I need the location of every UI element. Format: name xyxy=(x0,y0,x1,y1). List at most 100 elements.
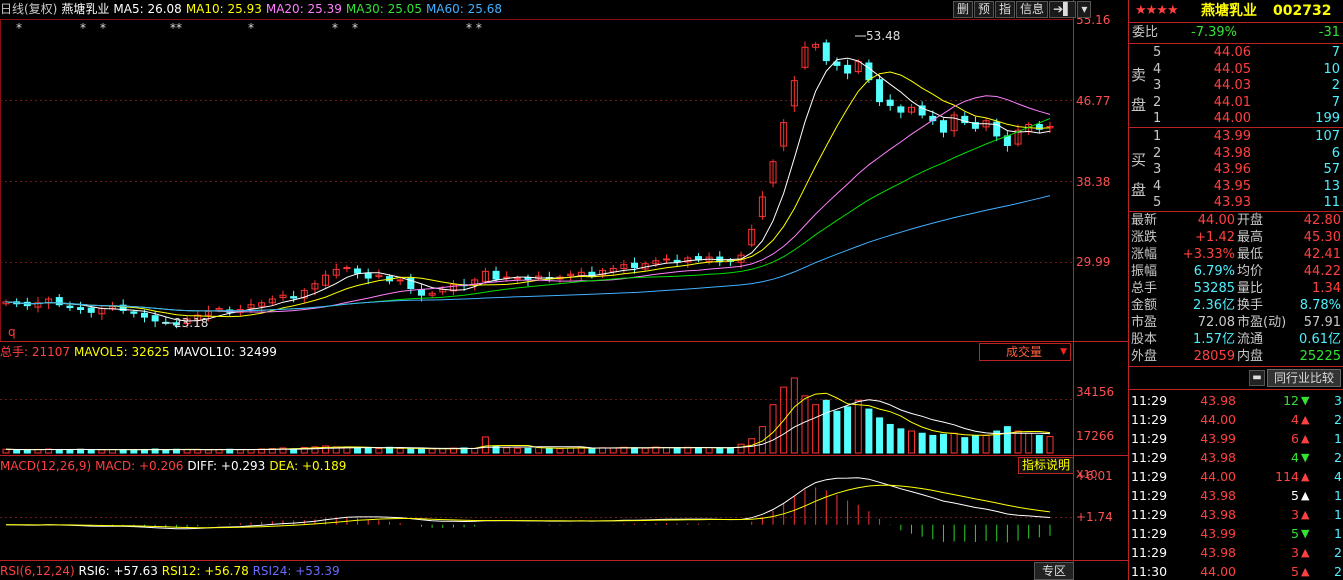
tick-row[interactable]: 11:29 43.99 6 ▲ 1 xyxy=(1129,431,1343,447)
kline-chart-area[interactable]: 55.16 46.77 38.38 29.99 34156 17266 X10 … xyxy=(0,0,1128,580)
quote-stock-name: 燕塘乳业 xyxy=(1201,3,1257,19)
rating-stars: ★★★★ xyxy=(1135,3,1179,18)
menu-dropdown-button[interactable]: ▾ xyxy=(1077,1,1092,18)
tick-row[interactable]: 11:30 44.00 5 ▲ 2 xyxy=(1129,564,1343,580)
volume-bar xyxy=(1035,434,1043,454)
tick-row[interactable]: 11:29 43.98 3 ▲ 1 xyxy=(1129,507,1343,523)
tick-price: 43.99 xyxy=(1200,526,1236,541)
buy-order-row[interactable]: 3 43.96 57 xyxy=(1129,162,1343,178)
order-level: 1 xyxy=(1153,129,1162,144)
expand-button[interactable]: ➔▌ xyxy=(1049,1,1077,18)
tick-row[interactable]: 11:29 44.00 114 ▲ 4 xyxy=(1129,469,1343,485)
candle-body xyxy=(673,259,681,263)
order-price: 43.93 xyxy=(1213,195,1251,210)
order-price: 44.03 xyxy=(1213,78,1251,93)
order-price: 44.00 xyxy=(1213,111,1251,126)
arrow-up-icon: ▲ xyxy=(1301,470,1310,483)
ma5-label: MA5: 26.08 xyxy=(113,2,182,16)
stat-label: 换手 xyxy=(1237,298,1264,313)
sell-order-row[interactable]: 1 44.00 199 xyxy=(1129,111,1343,127)
tick-row[interactable]: 11:29 44.00 4 ▲ 2 xyxy=(1129,412,1343,428)
order-price: 43.96 xyxy=(1213,162,1251,177)
tick-row[interactable]: 11:29 43.99 5 ▼ 1 xyxy=(1129,526,1343,542)
stat-label: 市盈 xyxy=(1131,315,1158,330)
stat-row: 总手 53285 量比 1.34 xyxy=(1129,281,1343,297)
volume-bar xyxy=(354,447,362,454)
alert-button[interactable]: 预 xyxy=(974,1,995,18)
volume-bar xyxy=(194,449,202,454)
arrow-up-icon: ▲ xyxy=(1301,432,1310,445)
stat-label: 振幅 xyxy=(1131,264,1158,279)
buy-order-row[interactable]: 1 43.99 107 xyxy=(1129,129,1343,145)
volume-bar xyxy=(375,448,383,454)
stat-value: +1.42 xyxy=(1195,230,1235,245)
stat-value: 0.61亿 xyxy=(1299,332,1341,347)
stat-label: 涨幅 xyxy=(1131,247,1158,262)
tick-volume: 4 xyxy=(1291,412,1299,427)
info-button[interactable]: 信息 xyxy=(1016,1,1049,18)
tick-volume: 6 xyxy=(1291,431,1299,446)
rsi-name-label: RSI(6,12,24) xyxy=(0,564,75,578)
buy-order-row[interactable]: 2 43.98 6 xyxy=(1129,146,1343,162)
macd-name-label: MACD(12,26,9) xyxy=(0,459,92,473)
sell-order-row[interactable]: 4 44.05 10 xyxy=(1129,62,1343,78)
indicator-help-button[interactable]: 指标说明 xyxy=(1018,457,1075,474)
candle-body xyxy=(417,289,425,296)
indicator-button[interactable]: 指 xyxy=(995,1,1016,18)
tick-row[interactable]: 11:29 43.98 12 ▼ 3 xyxy=(1129,393,1343,409)
indicator-select[interactable]: 成交量 ▼ xyxy=(979,343,1071,361)
svg-text:*: * xyxy=(352,21,358,35)
special-zone-button[interactable]: 专区 xyxy=(1034,562,1074,580)
volume-bar xyxy=(641,447,649,454)
tick-row[interactable]: 11:29 43.98 4 ▼ 2 xyxy=(1129,450,1343,466)
order-volume: 10 xyxy=(1323,61,1340,77)
volume-bar xyxy=(971,434,979,454)
volume-bar xyxy=(364,447,372,454)
tick-row[interactable]: 11:29 43.98 3 ▲ 2 xyxy=(1129,545,1343,561)
tick-count: 1 xyxy=(1334,431,1342,446)
tick-count: 2 xyxy=(1334,545,1342,560)
volume-bar xyxy=(865,408,873,454)
svg-text:*: * xyxy=(100,21,106,35)
order-price: 44.06 xyxy=(1213,45,1251,60)
stat-value: 28059 xyxy=(1193,349,1235,364)
chart-type-label[interactable]: 日线(复权) xyxy=(0,2,57,16)
stat-row: 外盘 28059 内盘 25225 xyxy=(1129,349,1343,365)
divider xyxy=(1129,43,1343,44)
minimize-icon[interactable]: ▬ xyxy=(1249,370,1265,386)
tick-count: 2 xyxy=(1334,412,1342,427)
candle-body xyxy=(897,106,905,113)
stat-label: 最新 xyxy=(1131,213,1158,228)
volume-bar xyxy=(897,428,905,454)
stat-row: 金额 2.36亿 换手 8.78% xyxy=(1129,298,1343,314)
order-volume: 2 xyxy=(1331,78,1340,93)
buy-order-row[interactable]: 4 43.95 13 xyxy=(1129,179,1343,195)
order-volume: 13 xyxy=(1323,178,1340,194)
price-tick: 29.99 xyxy=(1076,255,1110,269)
rsi6-label: RSI6: +57.63 xyxy=(78,564,158,578)
candle-body xyxy=(364,272,372,279)
industry-compare-button[interactable]: 同行业比较 xyxy=(1267,369,1341,387)
volume-bar xyxy=(631,447,639,454)
tick-row[interactable]: 11:29 43.98 5 ▲ 1 xyxy=(1129,488,1343,504)
sell-order-row[interactable]: 3 44.03 2 xyxy=(1129,78,1343,94)
buy-order-row[interactable]: 5 43.93 11 xyxy=(1129,195,1343,211)
order-volume: 107 xyxy=(1315,129,1340,144)
candlesticks xyxy=(2,39,1054,329)
stat-label: 开盘 xyxy=(1237,213,1264,228)
delete-button[interactable]: 删 xyxy=(953,1,974,18)
order-level: 3 xyxy=(1153,162,1162,177)
sell-order-row[interactable]: 2 44.01 7 xyxy=(1129,95,1343,111)
sell-order-row[interactable]: 5 44.06 7 xyxy=(1129,45,1343,61)
candle-body xyxy=(151,315,159,322)
volume-bar xyxy=(23,449,31,454)
volume-bar xyxy=(55,449,63,454)
stat-value: 8.78% xyxy=(1299,298,1341,313)
volume-bar xyxy=(130,449,138,454)
chevron-down-icon: ▼ xyxy=(1060,347,1067,357)
volume-bar xyxy=(545,447,553,454)
quote-title: ★★★★ 燕塘乳业 002732 xyxy=(1129,3,1343,19)
kline-chart-svg[interactable]: 55.16 46.77 38.38 29.99 34156 17266 X10 … xyxy=(0,0,1128,580)
macd-header: MACD(12,26,9) MACD: +0.206 DIFF: +0.293 DEA… xyxy=(0,457,350,475)
stat-value: 57.91 xyxy=(1303,315,1341,330)
